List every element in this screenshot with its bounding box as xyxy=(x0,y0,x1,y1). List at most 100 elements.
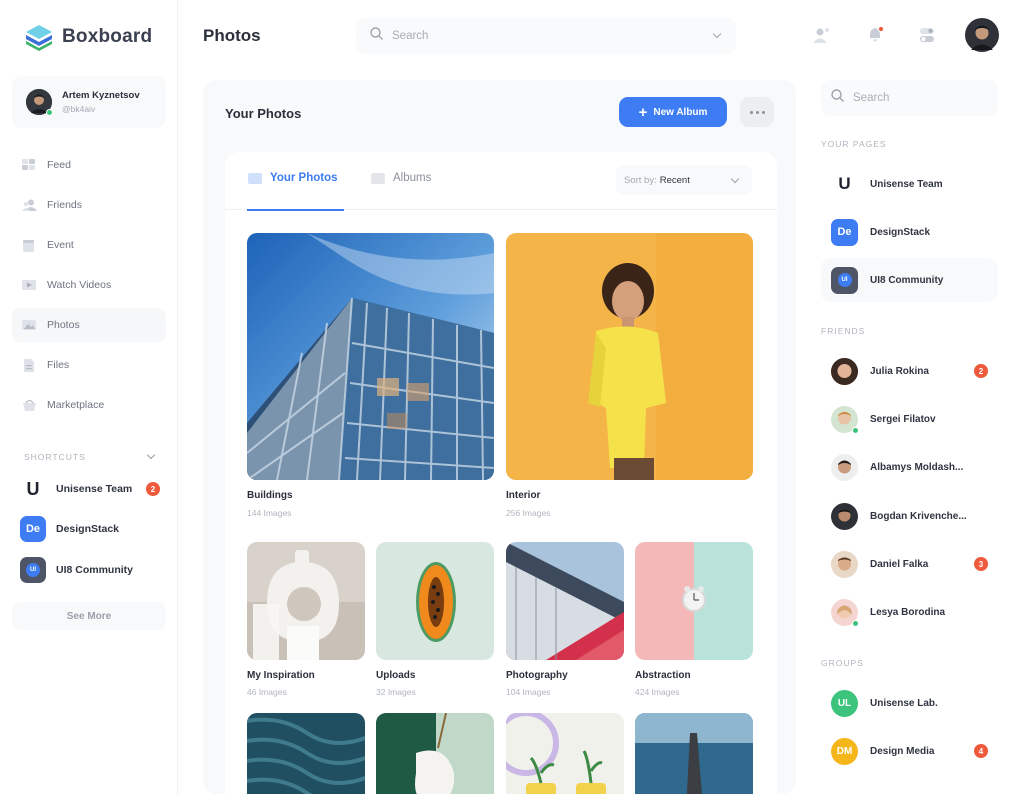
sort-dropdown[interactable]: Sort by: Recent xyxy=(616,165,752,195)
album-card-uploads[interactable] xyxy=(376,542,494,660)
abstraction-photo xyxy=(635,542,753,660)
group-item-unisense-lab[interactable]: UL Unisense Lab. xyxy=(821,681,998,725)
nav-item-files[interactable]: Files xyxy=(12,348,166,382)
profile-card[interactable]: Artem Kyznetsov @bk4aiv xyxy=(12,76,166,128)
shortcut-label: DesignStack xyxy=(56,523,120,535)
nav-item-watch-videos[interactable]: Watch Videos xyxy=(12,268,166,302)
marketplace-icon xyxy=(22,399,36,411)
page-item-ui8-community[interactable]: UI UI8 Community xyxy=(821,258,998,302)
shortcuts-header[interactable]: SHORTCUTS xyxy=(24,450,156,462)
tab-label: Albums xyxy=(393,172,432,184)
photos-icon xyxy=(22,319,36,331)
shortcut-ui8-community[interactable]: UI UI8 Community xyxy=(20,557,160,583)
friends-label: FRIENDS xyxy=(821,326,866,336)
main-nav: Feed Friends Event Watch Videos Photos F… xyxy=(12,148,166,428)
search-icon xyxy=(831,89,844,107)
image-icon xyxy=(248,172,262,184)
page-item-designstack[interactable]: De DesignStack xyxy=(821,210,998,254)
friend-item[interactable]: Julia Rokina 2 xyxy=(821,349,998,393)
friend-name: Bogdan Krivenche... xyxy=(870,510,967,522)
album-card-photography[interactable] xyxy=(506,542,624,660)
ui8-logo-icon: UI xyxy=(831,266,858,294)
album-card-sand[interactable] xyxy=(247,713,365,794)
feed-icon xyxy=(22,159,36,171)
friend-item[interactable]: Albamys Moldash... xyxy=(821,445,998,489)
search-input[interactable] xyxy=(392,30,692,42)
new-album-button[interactable]: + New Album xyxy=(619,97,727,127)
album-count: 46 Images xyxy=(247,687,287,697)
photography-photo xyxy=(506,542,624,660)
page-item-unisense-team[interactable]: U Unisense Team xyxy=(821,162,998,206)
notification-badge: 2 xyxy=(974,364,988,378)
shortcut-label: Unisense Team xyxy=(56,483,133,495)
ui8-logo-icon: UI xyxy=(20,557,46,583)
top-search-bar[interactable] xyxy=(356,18,736,54)
nav-item-photos[interactable]: Photos xyxy=(12,308,166,342)
right-search-input[interactable] xyxy=(853,92,983,104)
nav-item-feed[interactable]: Feed xyxy=(12,148,166,182)
tab-albums[interactable]: Albums xyxy=(371,172,431,184)
settings-toggle-icon[interactable] xyxy=(918,26,936,44)
your-pages-label: YOUR PAGES xyxy=(821,139,887,149)
nav-item-friends[interactable]: Friends xyxy=(12,188,166,222)
boxboard-logo-icon xyxy=(24,22,54,52)
album-card-plants[interactable] xyxy=(506,713,624,794)
nav-item-marketplace[interactable]: Marketplace xyxy=(12,388,166,422)
shortcut-unisense-team[interactable]: U Unisense Team 2 xyxy=(20,476,160,502)
add-friend-icon[interactable] xyxy=(812,26,830,44)
album-title: Uploads xyxy=(376,670,416,681)
files-icon xyxy=(22,359,36,372)
interior-photo xyxy=(506,233,753,480)
uploads-photo xyxy=(376,542,494,660)
avatar xyxy=(831,550,858,578)
album-title: Buildings xyxy=(247,490,293,501)
profile-name: Artem Kyznetsov xyxy=(62,90,140,101)
nav-label: Marketplace xyxy=(47,399,105,411)
page-label: UI8 Community xyxy=(870,274,944,286)
app-name: Boxboard xyxy=(62,26,153,47)
friends-icon xyxy=(22,199,37,211)
chevron-down-icon xyxy=(730,174,740,184)
page-label: DesignStack xyxy=(870,226,931,238)
album-card-vase[interactable] xyxy=(376,713,494,794)
app-logo[interactable]: Boxboard xyxy=(24,22,152,52)
album-card-buildings[interactable] xyxy=(247,233,494,480)
nav-item-event[interactable]: Event xyxy=(12,228,166,262)
friend-name: Sergei Filatov xyxy=(870,413,936,425)
sand-dunes-photo xyxy=(247,713,365,794)
chevron-down-icon xyxy=(146,450,156,462)
album-count: 104 Images xyxy=(506,687,551,697)
friend-item[interactable]: Lesya Borodina xyxy=(821,590,998,634)
unisense-logo-icon: U xyxy=(20,476,46,502)
friend-name: Julia Rokina xyxy=(870,365,929,377)
tab-your-photos[interactable]: Your Photos xyxy=(248,172,338,184)
designstack-logo-icon: De xyxy=(831,218,858,246)
photo-tabs: Your Photos Albums Sort by: Recent xyxy=(225,152,777,211)
nav-label: Friends xyxy=(47,199,83,211)
album-count: 424 Images xyxy=(635,687,680,697)
video-icon xyxy=(22,279,36,291)
user-avatar[interactable] xyxy=(965,18,999,52)
sort-value: Recent xyxy=(659,174,690,186)
notification-bell-icon[interactable] xyxy=(866,25,885,44)
shortcut-label: UI8 Community xyxy=(56,564,134,576)
album-icon xyxy=(371,172,385,184)
album-card-pier[interactable] xyxy=(635,713,753,794)
album-card-abstraction[interactable] xyxy=(635,542,753,660)
right-search-bar[interactable] xyxy=(821,80,998,116)
nav-label: Watch Videos xyxy=(47,279,112,291)
group-item-design-media[interactable]: DM Design Media 4 xyxy=(821,729,998,773)
more-dots-icon xyxy=(749,110,765,114)
friend-item[interactable]: Bogdan Krivenche... xyxy=(821,494,998,538)
see-more-button[interactable]: See More xyxy=(12,602,166,630)
shortcut-designstack[interactable]: De DesignStack xyxy=(20,516,160,542)
friend-item[interactable]: Daniel Falka 3 xyxy=(821,542,998,586)
plants-photo xyxy=(506,713,624,794)
vase-photo xyxy=(376,713,494,794)
friend-item[interactable]: Sergei Filatov xyxy=(821,397,998,441)
album-card-interior[interactable] xyxy=(506,233,753,480)
more-options-button[interactable] xyxy=(740,97,774,127)
album-title: Interior xyxy=(506,490,541,501)
chevron-down-icon[interactable] xyxy=(712,29,722,41)
album-card-my-inspiration[interactable] xyxy=(247,542,365,660)
